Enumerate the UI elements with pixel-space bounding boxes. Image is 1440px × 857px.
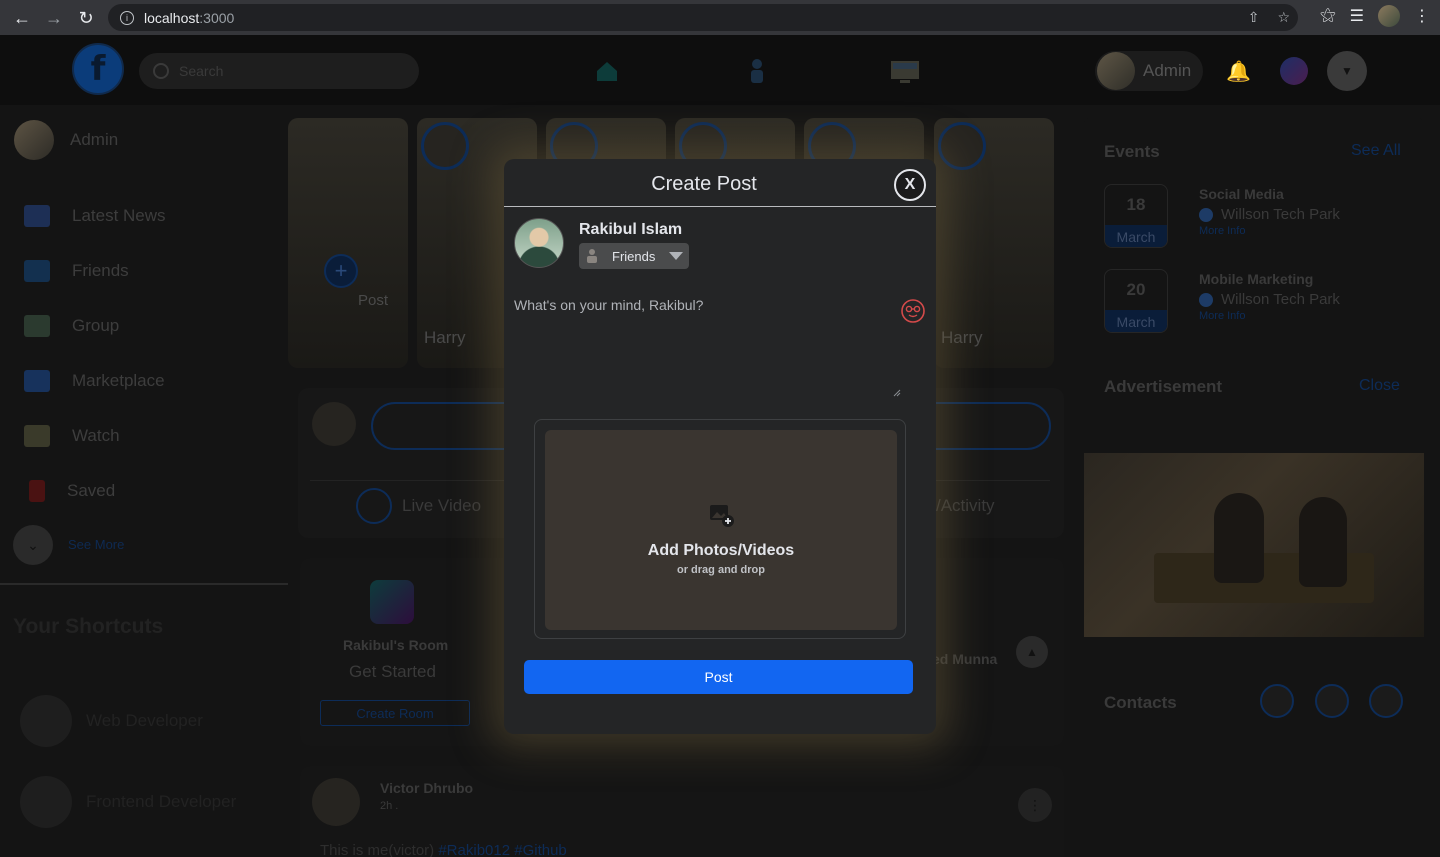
forward-icon[interactable]: → [38, 2, 70, 34]
emoji-icon[interactable] [900, 298, 926, 324]
audience-label: Friends [612, 248, 656, 264]
post-author-name: Rakibul Islam [579, 221, 683, 238]
avatar [514, 218, 564, 268]
browser-profile-avatar[interactable] [1378, 5, 1400, 27]
back-icon[interactable]: ← [6, 2, 38, 34]
post-button[interactable]: Post [524, 660, 913, 694]
reading-list-icon[interactable]: ☰ [1350, 6, 1364, 26]
add-photo-icon [710, 505, 734, 527]
share-icon[interactable]: ⇧ [1248, 9, 1260, 26]
audience-select[interactable]: Friends [579, 243, 689, 269]
modal-header: Create Post X [504, 159, 936, 207]
reload-icon[interactable]: ↻ [70, 2, 102, 34]
url-port: :3000 [199, 9, 235, 26]
bookmark-star-icon[interactable]: ☆ [1277, 9, 1290, 26]
close-button[interactable]: X [894, 169, 926, 201]
modal-overlay: Create Post X Rakibul Islam Friends What… [0, 35, 1440, 857]
extensions-icon[interactable]: ⚝ [1320, 7, 1336, 25]
friends-icon [587, 249, 597, 263]
browser-toolbar: ← → ↻ i localhost:3000 ⇧ ☆ ⚝ ☰ ⋮ [0, 0, 1440, 35]
site-info-icon[interactable]: i [120, 10, 134, 25]
create-post-modal: Create Post X Rakibul Islam Friends What… [504, 159, 936, 734]
modal-title: Create Post [651, 173, 757, 195]
resize-handle[interactable] [893, 389, 901, 397]
chevron-down-icon [669, 252, 683, 260]
post-text-input[interactable] [514, 297, 902, 397]
browser-menu-icon[interactable]: ⋮ [1414, 6, 1430, 26]
add-media-dropzone[interactable]: Add Photos/Videos or drag and drop [545, 430, 897, 630]
upload-area: Add Photos/Videos or drag and drop [534, 419, 906, 639]
upload-title: Add Photos/Videos [647, 542, 795, 559]
upload-subtitle: or drag and drop [677, 564, 765, 576]
url-host: localhost [144, 9, 200, 26]
address-bar[interactable]: i localhost:3000 ⇧ ☆ [108, 4, 1298, 31]
